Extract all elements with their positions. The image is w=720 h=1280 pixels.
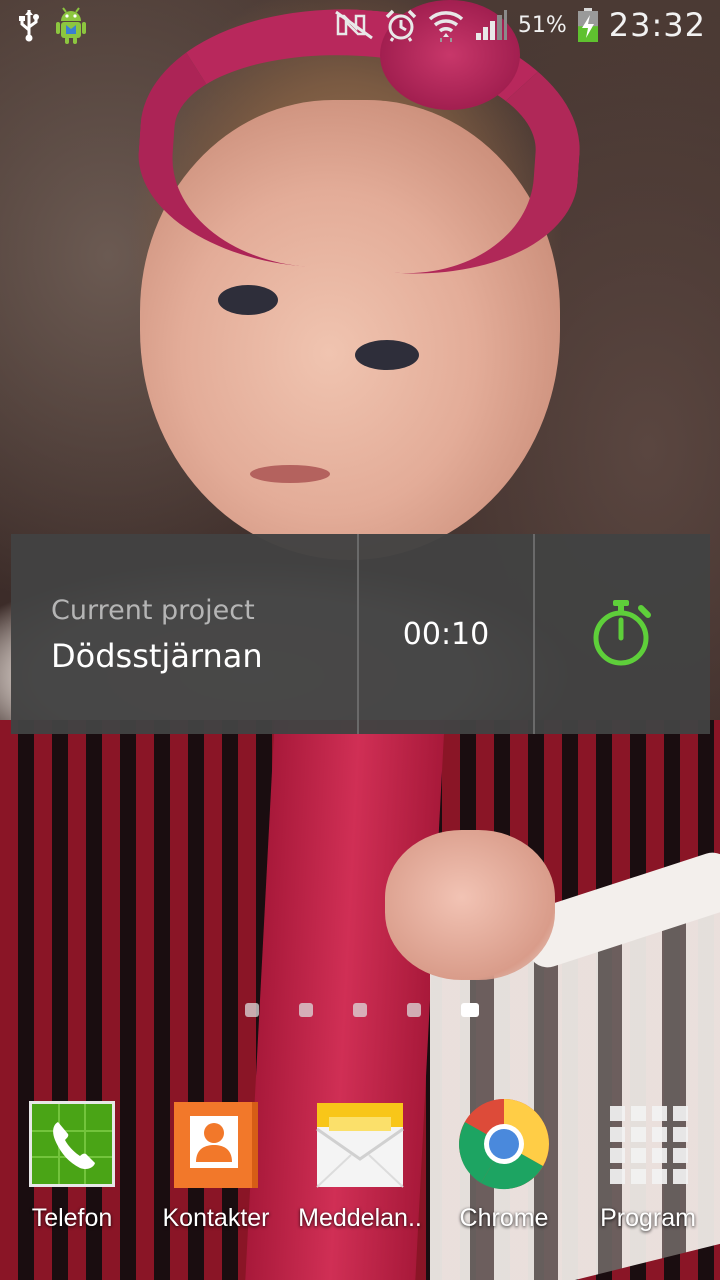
current-project-label: Current project xyxy=(51,595,255,626)
phone-icon xyxy=(24,1096,120,1192)
status-bar[interactable]: 51% 23:32 xyxy=(0,0,720,50)
dock-label-telefon: Telefon xyxy=(31,1204,113,1232)
dock-app-telefon[interactable]: Telefon xyxy=(0,1096,144,1246)
android-debug-icon xyxy=(54,5,88,45)
dock-app-chrome[interactable]: Chrome xyxy=(432,1096,576,1246)
dock-label-program: Program xyxy=(600,1204,696,1232)
dock-label-meddelanden: Meddelan.. xyxy=(298,1204,422,1232)
dock-app-program[interactable]: Program xyxy=(576,1096,720,1246)
wifi-icon xyxy=(428,7,464,43)
dock-label-kontakter: Kontakter xyxy=(162,1204,270,1232)
apps-grid-icon xyxy=(600,1096,696,1192)
signal-icon xyxy=(474,9,508,41)
battery-percent: 51% xyxy=(517,12,567,38)
page-dot[interactable] xyxy=(407,1003,421,1017)
status-bar-notifications xyxy=(18,5,88,45)
wallpaper-mouth xyxy=(250,465,330,483)
page-indicator[interactable] xyxy=(0,1000,720,1020)
elapsed-time[interactable]: 00:10 xyxy=(359,534,535,734)
dock-label-chrome: Chrome xyxy=(459,1204,549,1232)
wallpaper-eye-right xyxy=(355,340,419,370)
status-clock: 23:32 xyxy=(608,6,706,44)
wallpaper-hand xyxy=(385,830,555,980)
dock-app-meddelanden[interactable]: Meddelan.. xyxy=(288,1096,432,1246)
alarm-icon xyxy=(384,8,418,42)
start-timer-button[interactable] xyxy=(535,534,710,734)
chrome-icon xyxy=(456,1096,552,1192)
wallpaper-eye-left xyxy=(218,285,278,315)
current-project-section[interactable]: Current project Dödsstjärnan xyxy=(11,534,359,734)
time-tracker-widget: Current project Dödsstjärnan 00:10 xyxy=(11,534,710,734)
status-bar-system: 51% 23:32 xyxy=(334,6,706,44)
app-dock: Telefon Kontakter Meddelan.. Chrome Prog… xyxy=(0,1096,720,1246)
battery-charging-icon xyxy=(577,7,599,43)
current-project-name: Dödsstjärnan xyxy=(51,637,263,675)
dock-app-kontakter[interactable]: Kontakter xyxy=(144,1096,288,1246)
messages-icon xyxy=(312,1096,408,1192)
page-dot-active[interactable] xyxy=(461,1003,479,1017)
page-dot[interactable] xyxy=(299,1003,313,1017)
stopwatch-icon xyxy=(591,596,655,672)
nfc-muted-icon xyxy=(334,10,374,40)
usb-icon xyxy=(18,8,40,42)
page-dot[interactable] xyxy=(353,1003,367,1017)
contacts-icon xyxy=(168,1096,264,1192)
page-dot[interactable] xyxy=(245,1003,259,1017)
